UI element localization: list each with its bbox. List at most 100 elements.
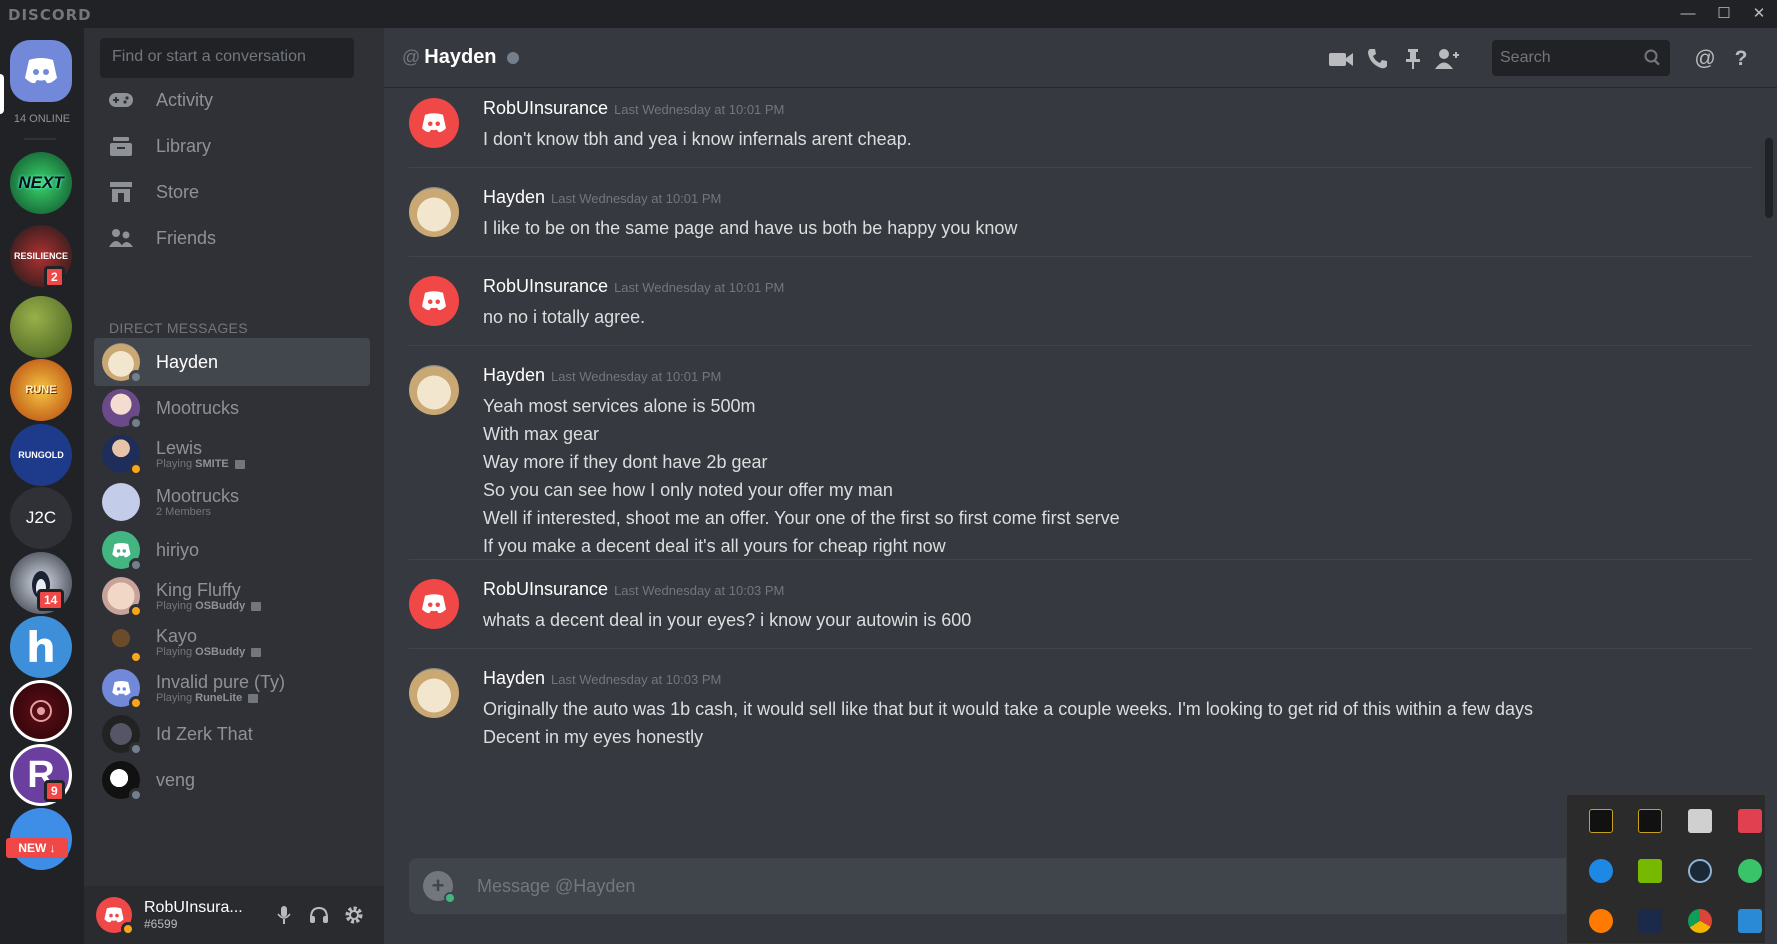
message-avatar[interactable] xyxy=(409,187,459,237)
server-resilience-badge: 2 xyxy=(44,266,65,288)
dm-item[interactable]: Mootrucks 2 Members xyxy=(94,478,370,526)
video-call-icon[interactable] xyxy=(1328,46,1354,72)
rich-presence-icon xyxy=(248,693,259,703)
server-j2c[interactable]: J2C xyxy=(10,487,72,549)
dm-avatar xyxy=(102,623,143,664)
tray-app-icon-12[interactable] xyxy=(1738,909,1762,933)
message-avatar[interactable] xyxy=(409,365,459,415)
dm-name: Mootrucks xyxy=(156,398,240,418)
steam-icon[interactable] xyxy=(1688,859,1712,883)
dm-avatar xyxy=(102,343,143,384)
store-icon xyxy=(106,180,136,204)
discord-icon xyxy=(25,58,57,84)
rich-presence-icon xyxy=(251,601,262,611)
microphone-icon[interactable] xyxy=(272,903,296,927)
message-avatar[interactable] xyxy=(409,98,459,148)
message-text: Well if interested, shoot me an offer. Y… xyxy=(483,508,1120,528)
message-author[interactable]: RobUInsurance xyxy=(483,579,608,599)
nav-friends[interactable]: Friends xyxy=(94,216,364,260)
user-avatar[interactable] xyxy=(96,897,135,936)
tray-app-icon-4[interactable] xyxy=(1738,809,1762,833)
chrome-icon[interactable] xyxy=(1688,909,1712,933)
dm-item[interactable]: King Fluffy Playing OSBuddy xyxy=(94,572,370,620)
voice-call-icon[interactable] xyxy=(1364,46,1390,72)
status-dot xyxy=(129,416,143,430)
recipient-status-dot xyxy=(506,51,519,64)
server-landscape[interactable] xyxy=(10,296,72,358)
upload-plus-icon[interactable]: + xyxy=(423,871,456,904)
message-avatar[interactable] xyxy=(409,276,459,326)
dm-item[interactable]: Hayden xyxy=(94,338,370,386)
message-author[interactable]: RobUInsurance xyxy=(483,98,608,118)
dm-item[interactable]: Invalid pure (Ty) Playing RuneLite xyxy=(94,664,370,712)
avast-icon[interactable] xyxy=(1589,909,1613,933)
message-text: Yeah most services alone is 500m xyxy=(483,396,756,416)
dm-avatar xyxy=(102,483,140,521)
find-conversation-input[interactable]: Find or start a conversation xyxy=(100,38,354,78)
dm-item[interactable]: Id Zerk That xyxy=(94,710,370,758)
message-composer[interactable]: + Message @Hayden xyxy=(409,858,1749,914)
discord-icon xyxy=(104,907,124,923)
pin-icon[interactable] xyxy=(1400,46,1426,72)
message-timestamp: Last Wednesday at 10:03 PM xyxy=(614,583,785,598)
dm-name: King Fluffy xyxy=(156,580,241,600)
message-author[interactable]: RobUInsurance xyxy=(483,276,608,296)
message-avatar[interactable] xyxy=(409,579,459,629)
search-input[interactable]: Search xyxy=(1492,40,1670,76)
headphones-icon[interactable] xyxy=(307,903,331,927)
dm-item[interactable]: Mootrucks xyxy=(94,384,370,432)
nav-library[interactable]: Library xyxy=(94,124,364,168)
message-timestamp: Last Wednesday at 10:01 PM xyxy=(614,102,785,117)
add-friend-icon[interactable] xyxy=(1434,46,1460,72)
message-text: Way more if they dont have 2b gear xyxy=(483,452,768,472)
status-dot xyxy=(129,696,143,710)
server-rungold[interactable]: RUNGOLD xyxy=(10,424,72,486)
help-icon[interactable]: ? xyxy=(1728,46,1754,72)
dm-item[interactable]: veng xyxy=(94,756,370,804)
maximize-button[interactable]: ☐ xyxy=(1709,3,1739,25)
dm-item[interactable]: hiriyo xyxy=(94,526,370,574)
tray-app-icon-3[interactable] xyxy=(1688,809,1712,833)
message-divider xyxy=(409,345,1752,346)
tray-app-icon-10[interactable] xyxy=(1638,909,1662,933)
home-button[interactable] xyxy=(10,40,72,102)
dm-game-name: OSBuddy xyxy=(195,600,246,612)
message-timestamp: Last Wednesday at 10:03 PM xyxy=(551,672,722,687)
scrollbar-thumb[interactable] xyxy=(1765,138,1773,218)
emblem-icon xyxy=(30,700,52,722)
tray-app-icon-2[interactable] xyxy=(1638,809,1662,833)
mentions-icon[interactable]: @ xyxy=(1692,46,1718,72)
at-symbol: @ xyxy=(402,47,421,67)
settings-gear-icon[interactable] xyxy=(342,903,366,927)
nav-activity[interactable]: Activity xyxy=(94,78,364,122)
dm-item[interactable]: Lewis Playing SMITE xyxy=(94,430,370,478)
dm-sidebar: Find or start a conversation Activity Li… xyxy=(84,28,384,944)
new-unreads-pill[interactable]: NEW ↓ xyxy=(6,838,68,858)
nav-store[interactable]: Store xyxy=(94,170,364,214)
dm-item[interactable]: Kayo Playing OSBuddy xyxy=(94,618,370,666)
message-author[interactable]: Hayden xyxy=(483,187,545,207)
dm-subtext: Playing SMITE xyxy=(156,458,245,470)
bluetooth-icon[interactable] xyxy=(1589,859,1613,883)
user-panel: RobUInsura... #6599 xyxy=(84,886,384,944)
server-h[interactable]: h xyxy=(10,616,72,678)
message-author[interactable]: Hayden xyxy=(483,365,545,385)
tray-app-icon-8[interactable] xyxy=(1738,859,1762,883)
message-list: RobUInsurance Last Wednesday at 10:01 PM I… xyxy=(384,88,1777,878)
nvidia-icon[interactable] xyxy=(1638,859,1662,883)
server-rune-treasure[interactable]: RUNE xyxy=(10,359,72,421)
message-text: Decent in my eyes honestly xyxy=(483,727,704,747)
friends-icon xyxy=(106,226,136,250)
user-status-dot xyxy=(121,922,135,936)
server-next-level[interactable]: NEXT xyxy=(10,152,72,214)
message-author[interactable]: Hayden xyxy=(483,668,545,688)
message-avatar[interactable] xyxy=(409,668,459,718)
server-red-emblem[interactable] xyxy=(10,680,72,742)
gamepad-icon xyxy=(106,88,136,112)
close-button[interactable]: ✕ xyxy=(1744,3,1774,25)
minimize-button[interactable]: — xyxy=(1673,3,1703,25)
status-dot xyxy=(129,370,143,384)
tray-app-icon-1[interactable] xyxy=(1589,809,1613,833)
dm-sub-label: Playing xyxy=(156,600,193,612)
dm-avatar xyxy=(102,577,143,618)
